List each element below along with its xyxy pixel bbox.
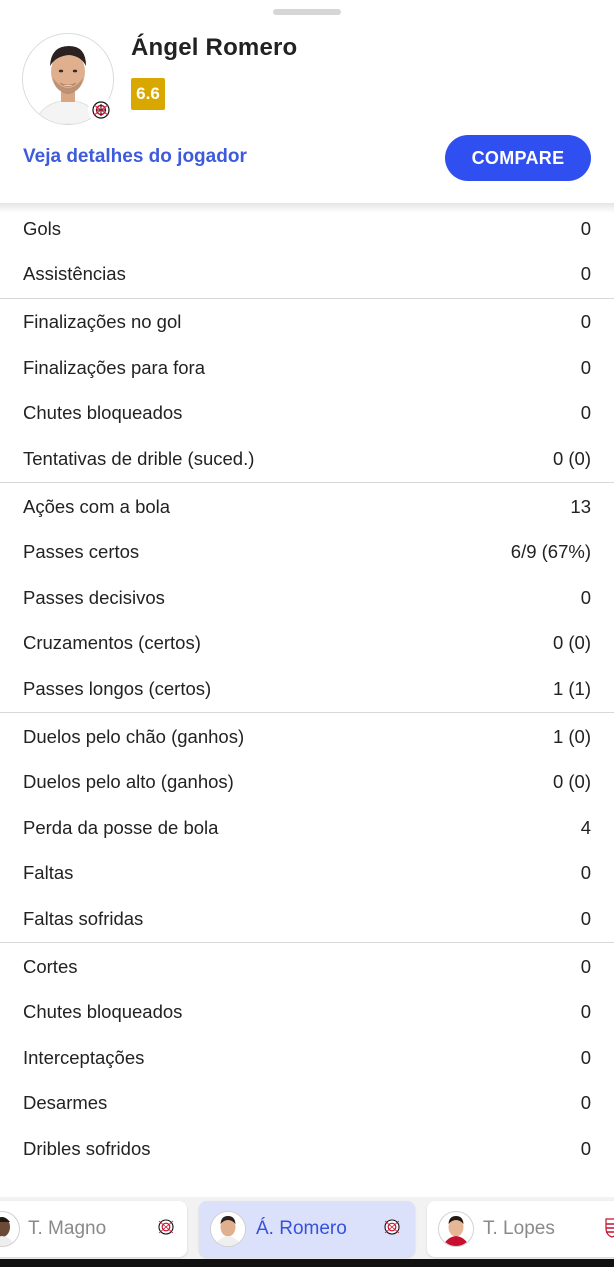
stat-label: Tentativas de drible (suced.) [23, 447, 255, 469]
stat-label: Gols [23, 217, 62, 239]
stat-value: 0 [580, 1046, 591, 1068]
stat-row: Faltas 0 [0, 850, 614, 895]
stat-label: Faltas [23, 862, 74, 884]
stat-label: Finalizações para fora [23, 356, 206, 378]
stat-row: Duelos pelo chão (ganhos) 1 (0) [0, 714, 614, 759]
rating-badge: 6.6 [131, 78, 165, 110]
stat-value: 0 [580, 862, 591, 884]
stats-group: Cortes 0 Chutes bloqueados 0 Interceptações 0… [0, 943, 614, 1172]
stat-row: Passes longos (certos) 1 (1) [0, 666, 614, 711]
stat-value: 0 [580, 1092, 591, 1114]
stat-value: 1 (1) [552, 677, 591, 699]
player-avatar-thumb [0, 1211, 20, 1247]
stat-label: Faltas sofridas [23, 907, 144, 929]
stat-row: Passes decisivos 0 [0, 575, 614, 620]
stat-row: Perda da posse de bola 4 [0, 805, 614, 850]
stat-value: 0 (0) [552, 632, 591, 654]
stat-row: Interceptações 0 [0, 1035, 614, 1080]
corinthians-crest-icon [155, 1216, 177, 1243]
stat-row: Chutes bloqueados 0 [0, 990, 614, 1035]
player-name: Ángel Romero [131, 34, 298, 61]
stat-row: Desarmes 0 [0, 1080, 614, 1125]
tab-player-name: T. Lopes [483, 1218, 555, 1239]
tab-player-t-lopes[interactable]: T. Lopes [427, 1201, 614, 1257]
stat-value: 1 (0) [552, 725, 591, 747]
stat-row: Gols 0 [0, 206, 614, 251]
stat-row: Cruzamentos (certos) 0 (0) [0, 621, 614, 666]
stat-label: Duelos pelo chão (ganhos) [23, 725, 245, 747]
stat-row: Passes certos 6/9 (67%) [0, 530, 614, 575]
stat-label: Cortes [23, 955, 78, 977]
stats-group: Ações com a bola 13 Passes certos 6/9 (67%)… [0, 483, 614, 714]
player-avatar-thumb [438, 1211, 474, 1247]
stat-value: 13 [570, 496, 591, 518]
stat-row: Finalizações para fora 0 [0, 345, 614, 390]
compare-button[interactable]: COMPARE [445, 135, 591, 181]
stat-value: 0 [580, 1137, 591, 1159]
stat-label: Assistências [23, 263, 126, 285]
stat-label: Duelos pelo alto (ganhos) [23, 771, 234, 793]
stat-value: 0 [580, 402, 591, 424]
tab-player-t-magno[interactable]: T. Magno [0, 1201, 187, 1257]
stats-group: Finalizações no gol 0 Finalizações para fo… [0, 299, 614, 484]
stat-value: 0 (0) [552, 447, 591, 469]
stat-label: Desarmes [23, 1092, 108, 1114]
stat-value: 0 [580, 356, 591, 378]
stat-row: Finalizações no gol 0 [0, 300, 614, 345]
drag-handle[interactable] [273, 9, 341, 15]
tab-player-name: T. Magno [28, 1218, 107, 1239]
stat-row: Chutes bloqueados 0 [0, 391, 614, 436]
stat-label: Finalizações no gol [23, 311, 182, 333]
stat-row: Assistências 0 [0, 251, 614, 296]
stat-label: Dribles sofridos [23, 1137, 151, 1159]
stat-value: 0 [580, 1001, 591, 1023]
player-details-link[interactable]: Veja detalhes do jogador [23, 146, 247, 168]
stat-value: 4 [580, 816, 591, 838]
stats-group: Gols 0 Assistências 0 [0, 206, 614, 299]
stat-row: Duelos pelo alto (ganhos) 0 (0) [0, 760, 614, 805]
stat-value: 0 (0) [552, 771, 591, 793]
player-avatar-thumb [210, 1211, 246, 1247]
stat-label: Ações com a bola [23, 496, 171, 518]
stat-value: 0 [580, 263, 591, 285]
stats-group: Duelos pelo chão (ganhos) 1 (0) Duelos pel… [0, 713, 614, 944]
stat-label: Chutes bloqueados [23, 402, 183, 424]
tab-player-a-romero[interactable]: Á. Romero [199, 1201, 415, 1257]
stats-list[interactable]: Gols 0 Assistências 0 Finalizações no gol 0 Fi… [0, 206, 614, 1172]
tab-player-name: Á. Romero [256, 1218, 347, 1239]
stat-row: Ações com a bola 13 [0, 484, 614, 529]
stat-value: 0 [580, 217, 591, 239]
stat-label: Passes decisivos [23, 586, 165, 608]
corinthians-crest-icon [381, 1216, 403, 1243]
stat-label: Passes longos (certos) [23, 677, 212, 699]
system-gesture-bar [0, 1259, 614, 1267]
stat-row: Faltas sofridas 0 [0, 896, 614, 941]
player-header: Ángel Romero 6.6 Veja detalhes do jogado… [0, 0, 614, 203]
stat-label: Chutes bloqueados [23, 1001, 183, 1023]
stat-value: 6/9 (67%) [510, 541, 591, 563]
stat-value: 0 [580, 311, 591, 333]
stat-label: Perda da posse de bola [23, 816, 219, 838]
stat-value: 0 [580, 907, 591, 929]
stat-value: 0 [580, 955, 591, 977]
stat-row: Tentativas de drible (suced.) 0 (0) [0, 436, 614, 481]
stat-label: Cruzamentos (certos) [23, 632, 201, 654]
stat-label: Passes certos [23, 541, 140, 563]
corinthians-crest-icon [88, 97, 114, 123]
stat-value: 0 [580, 586, 591, 608]
stat-row: Cortes 0 [0, 944, 614, 989]
flamengo-crest-icon [605, 1216, 614, 1243]
stat-label: Interceptações [23, 1046, 145, 1068]
stat-row: Dribles sofridos 0 [0, 1126, 614, 1171]
